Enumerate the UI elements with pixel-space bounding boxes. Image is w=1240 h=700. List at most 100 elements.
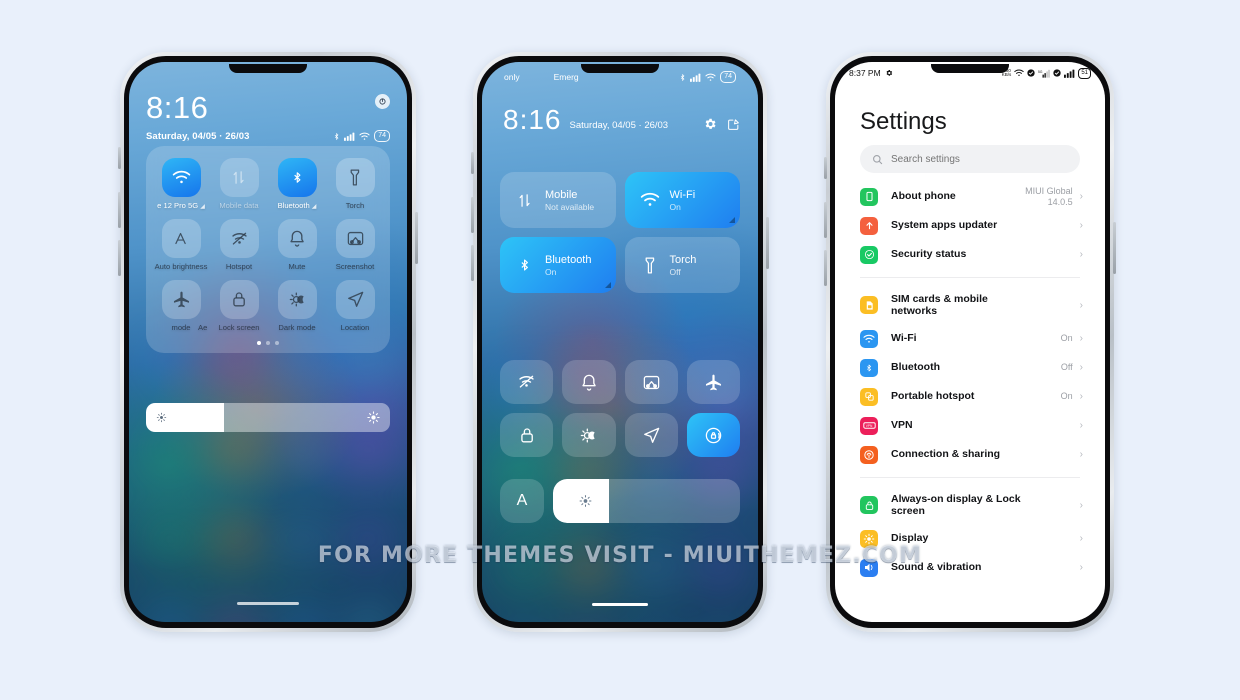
power-button-icon[interactable] [375,94,390,109]
qs-big-tile-torch[interactable]: Torch Off [624,237,740,293]
settings-gear-icon[interactable] [703,117,717,131]
brightness-slider[interactable] [146,403,390,432]
volume-down-button[interactable] [471,245,474,281]
notch [229,64,307,73]
search-bar[interactable] [860,145,1080,173]
qs-big-tile-subtitle: Not available [545,201,595,212]
settings-list[interactable]: About phone MIUI Global 14.0.5 › System a… [835,182,1105,622]
dark-mode-icon[interactable] [277,280,317,319]
settings-row-connection-sharing[interactable]: Connection & sharing › [835,440,1105,469]
power-button[interactable] [1113,222,1116,274]
status-icons: 74 [333,130,390,142]
hotspot-icon[interactable] [219,219,259,258]
phone-3-bezel: 8:37 PM 3.80KB/s 5G [830,56,1110,628]
qs-big-tile-mobile[interactable]: Mobile Not available [500,172,616,228]
qs-tile-location[interactable]: Location [326,280,384,332]
qs-big-tile-bluetooth[interactable]: Bluetooth On [500,237,616,293]
brightness-high-icon [367,411,380,424]
wifi-icon[interactable] [161,158,201,197]
settings-row-system-apps-updater[interactable]: System apps updater › [835,211,1105,240]
settings-row-about-phone[interactable]: About phone MIUI Global 14.0.5 › [835,182,1105,211]
home-indicator[interactable] [592,603,648,606]
volume-down-button[interactable] [824,250,827,286]
settings-row-display[interactable]: Display › [835,524,1105,553]
settings-row-sound-vibration[interactable]: Sound & vibration › [835,553,1105,582]
auto-brightness-button[interactable]: A [500,479,544,523]
settings-row-label: Wi-Fi [891,332,917,345]
qs-small-tile-screenshot[interactable] [624,360,678,404]
mute-switch[interactable] [824,157,827,179]
settings-row-sim-cards-mobile-networks[interactable]: SIM cards & mobile networks › [835,286,1105,324]
qs-tile-mode[interactable]: mode Ae [152,280,210,332]
settings-row-vpn[interactable]: VPN VPN › [835,411,1105,440]
power-button[interactable] [415,212,418,264]
status-icons: 3.80KB/s 5G [1002,67,1091,79]
qs-big-tile-subtitle: On [669,201,681,212]
qs-tile-torch[interactable]: Torch [326,158,384,210]
big-tiles: Mobile Not available Wi-Fi On Bluetooth … [500,172,740,293]
volume-down-button[interactable] [118,240,121,276]
power-button[interactable] [766,217,769,269]
qs-big-tile-wi-fi[interactable]: Wi-Fi On [624,172,740,228]
search-input[interactable] [891,153,1068,165]
edit-tiles-icon[interactable] [727,118,740,131]
settings-row-always-on-display-lock-screen[interactable]: Always-on display & Lock screen › [835,486,1105,524]
bell-icon[interactable] [277,219,317,258]
volume-up-button[interactable] [118,192,121,228]
qs-tile-screenshot[interactable]: Screenshot [326,219,384,271]
qs-tile-label: Hotspot [225,262,253,271]
mute-switch[interactable] [118,147,121,169]
dark-mode-icon [579,426,598,445]
home-indicator[interactable] [237,602,299,605]
chevron-right-icon: › [1079,191,1083,202]
qs-tile-dark-mode[interactable]: Dark mode [268,280,326,332]
lock-icon[interactable] [219,280,259,319]
qs-tile-auto-brightness[interactable]: Auto brightness [152,219,210,271]
qs-tile-lock-screen[interactable]: Lock screen [210,280,268,332]
clock: 8:16 [503,104,562,135]
qs-tile-mute[interactable]: Mute [268,219,326,271]
qs-tile-mobile-data[interactable]: Mobile data [210,158,268,210]
qs-tile-bluetooth[interactable]: Bluetooth ◢ [268,158,326,210]
hotspot-icon [860,387,878,406]
qs-small-tile-airplane[interactable] [686,360,740,404]
brightness-slider[interactable] [553,479,740,523]
signal-icon [344,132,355,141]
qs-small-tile-location[interactable] [624,413,678,457]
qs-small-tile-hotspot[interactable] [500,360,554,404]
qs-small-tile-lock[interactable] [500,413,554,457]
chevron-right-icon: › [1079,562,1083,573]
qs-tile-label: Dark mode [278,323,316,332]
settings-row-label: VPN [891,419,913,432]
qs-small-tile-bell[interactable] [562,360,616,404]
settings-row-portable-hotspot[interactable]: Portable hotspot On › [835,382,1105,411]
volume-up-button[interactable] [824,202,827,238]
screenshot-icon[interactable] [335,219,375,258]
qs-tile-e-12-pro-5g[interactable]: e 12 Pro 5G ◢ [152,158,210,210]
page-indicator[interactable] [152,341,384,345]
settings-row-wi-fi[interactable]: Wi-Fi On › [835,324,1105,353]
screenshot-canvas: 8:16 Saturday, 04/05 · 26/03 74 e 12 Pro… [0,0,1240,700]
airplane-icon[interactable] [161,280,201,319]
auto-brightness-icon[interactable] [161,219,201,258]
qs-small-tile-auto-rotate[interactable] [686,413,740,457]
mobile-data-icon[interactable] [219,158,259,197]
qs-tile-label: mode [171,323,191,332]
wifi-icon [705,73,716,82]
expand-corner-icon[interactable] [729,217,735,223]
expand-corner-icon[interactable] [604,282,611,288]
qs-small-tile-dark-mode[interactable] [562,413,616,457]
torch-icon[interactable] [335,158,375,197]
settings-row-bluetooth[interactable]: Bluetooth Off › [835,353,1105,382]
qs-tile-hotspot[interactable]: Hotspot [210,219,268,271]
status-icons: 74 [679,71,736,83]
chevron-right-icon: › [1079,249,1083,260]
settings-row-security-status[interactable]: Security status › [835,240,1105,269]
volume-up-button[interactable] [471,197,474,233]
mute-switch[interactable] [471,152,474,174]
notch [931,64,1009,73]
location-icon[interactable] [335,280,375,319]
sound-icon [860,558,878,577]
battery-indicator: 74 [374,130,390,142]
bluetooth-icon[interactable] [277,158,317,197]
